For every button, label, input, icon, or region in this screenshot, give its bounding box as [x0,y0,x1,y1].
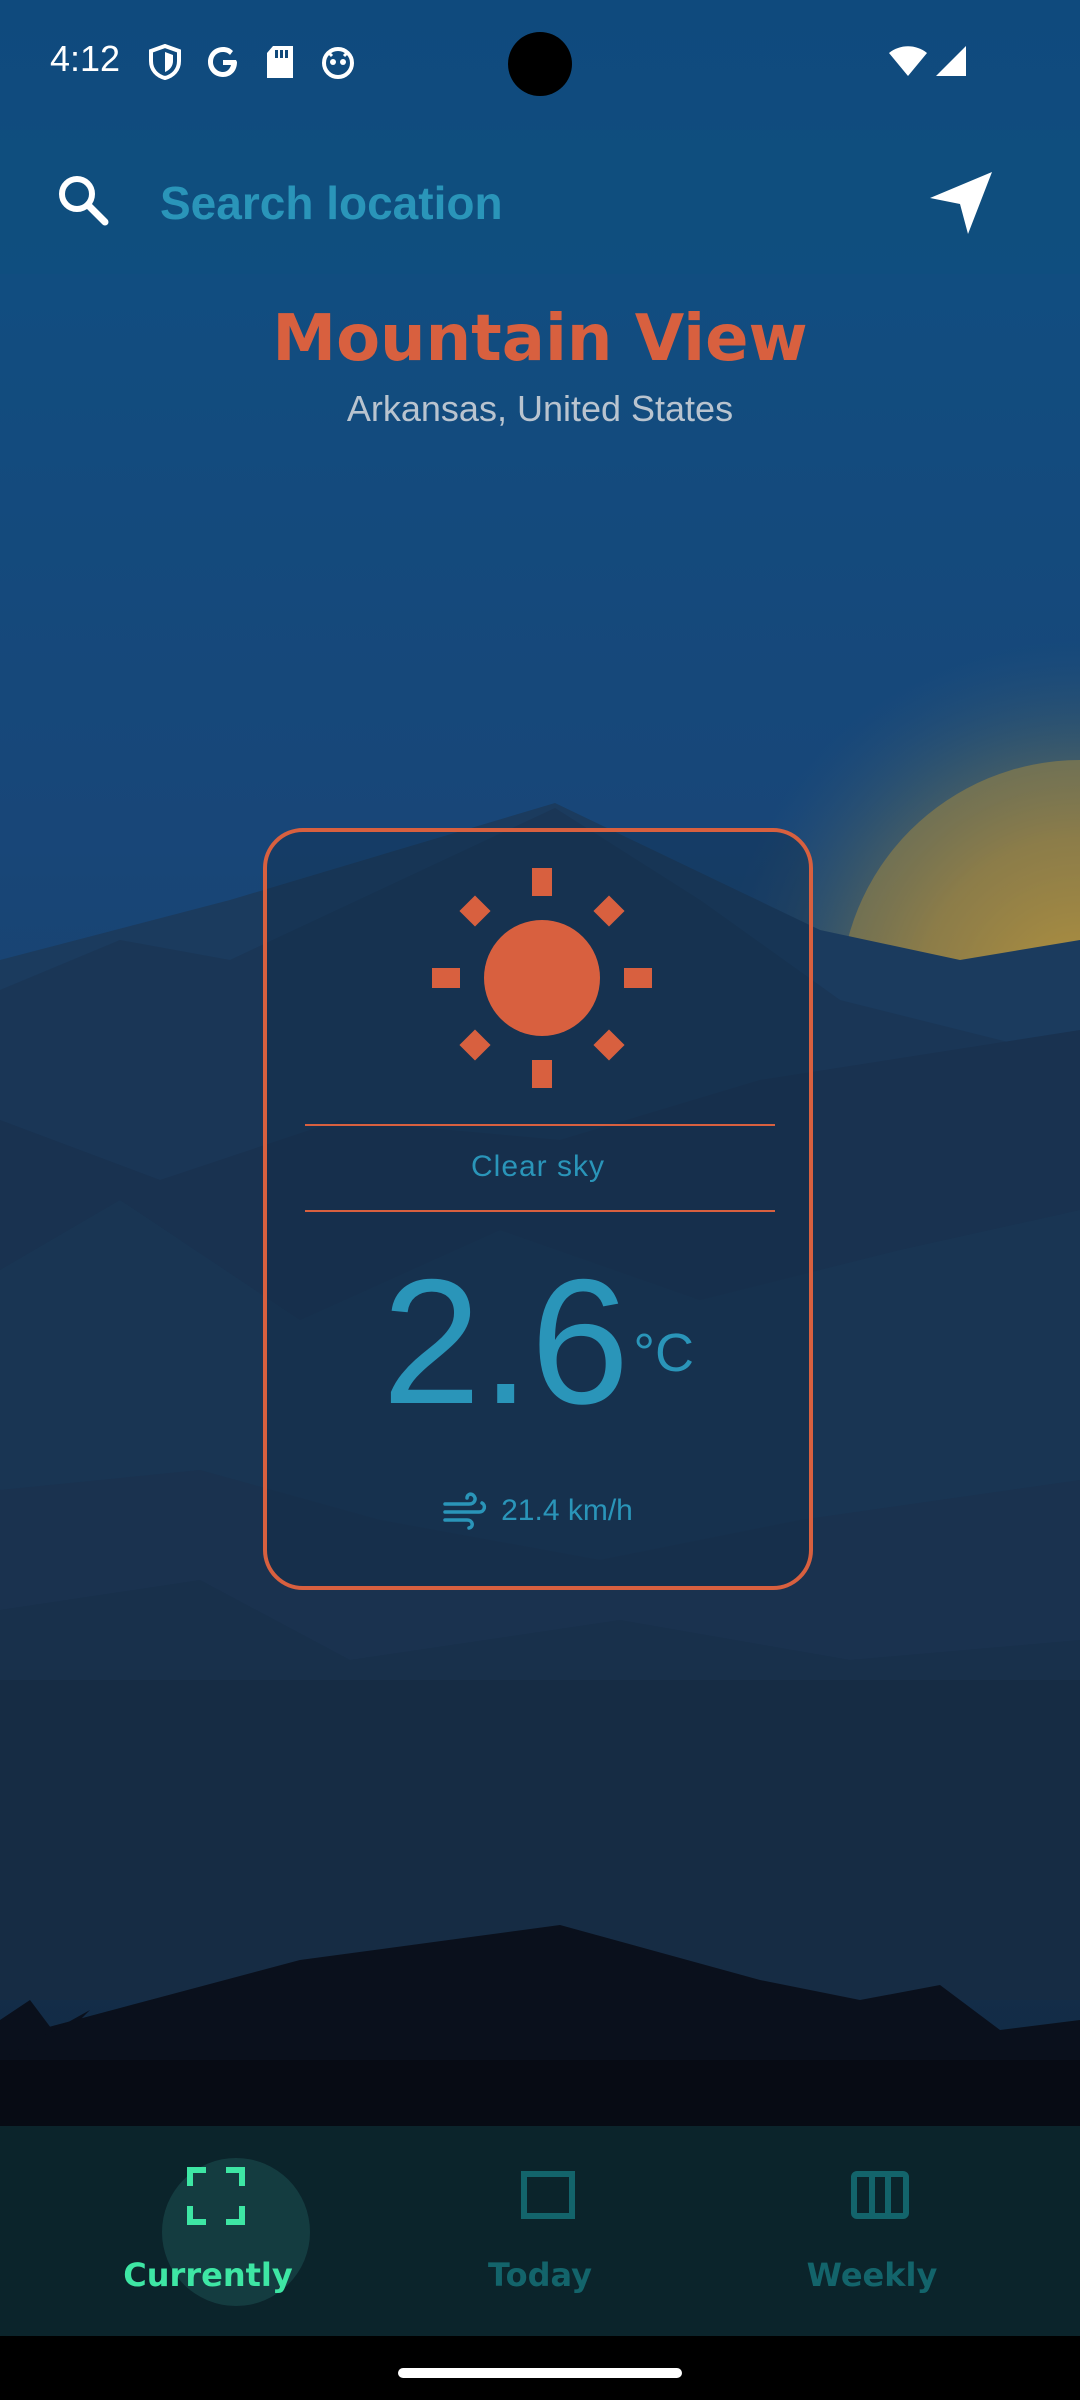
region-subtitle: Arkansas, United States [346,388,734,429]
columns-icon [851,2171,909,2219]
signal-icon [936,46,966,76]
temperature-unit: °C [633,1323,695,1383]
tab-today-label: Today [488,2256,592,2294]
sd-card-icon [267,46,293,78]
google-icon [208,47,237,77]
tab-weekly-label: Weekly [806,2256,938,2294]
tab-today[interactable]: Today [360,2126,720,2336]
temperature-value: 2.6 [381,1242,630,1441]
navigation-arrow-icon[interactable] [928,170,994,236]
search-input[interactable] [158,166,862,240]
tab-currently-label: Currently [123,2256,293,2294]
shield-icon [149,44,181,80]
search-bar [0,130,1080,274]
camera-cutout [508,32,572,96]
divider-bottom [305,1210,775,1212]
bottom-navigation: Currently Today Weekly [0,2126,1080,2336]
search-icon[interactable] [55,172,111,228]
robot-face-icon [322,47,354,79]
status-time: 4:12 [50,38,121,79]
wifi-icon [889,46,927,76]
fullscreen-icon [187,2167,245,2225]
home-indicator[interactable] [398,2368,682,2378]
sun-icon [432,868,652,1088]
temperature-display: 2.6°C [267,1252,809,1432]
square-icon [521,2171,575,2219]
condition-label: Clear sky [470,1150,606,1183]
weather-card: Clear sky 2.6°C 21.4 km/h [263,828,813,1590]
divider-top [305,1124,775,1126]
wind-speed-value: 21.4 km/h [501,1494,633,1527]
city-title: Mountain View [272,302,808,376]
tab-currently[interactable]: Currently [28,2126,388,2336]
system-navigation-bar [0,2336,1080,2400]
wind-speed-row: 21.4 km/h [267,1492,809,1530]
status-bar: 4:12 [0,0,1080,130]
tab-weekly[interactable]: Weekly [692,2126,1052,2336]
wind-icon [443,1492,487,1530]
